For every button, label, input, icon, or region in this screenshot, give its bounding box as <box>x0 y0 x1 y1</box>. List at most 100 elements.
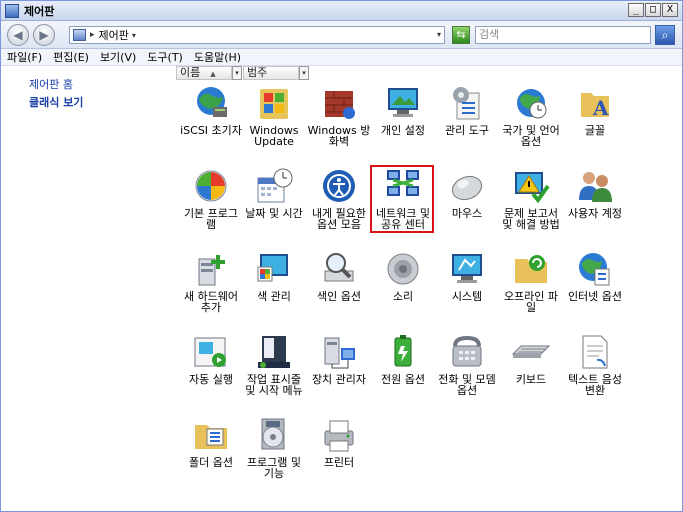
search-input[interactable]: 검색 <box>475 26 651 44</box>
back-button[interactable]: ◀ <box>7 24 29 46</box>
indexing-options-icon <box>319 249 359 289</box>
control-panel-item[interactable]: A 글꼴 <box>563 83 627 136</box>
control-panel-item[interactable]: 시스템 <box>435 249 499 302</box>
control-panel-item[interactable]: 텍스트 음성 변환 <box>563 332 627 396</box>
menu-file[interactable]: 파일(F) <box>7 49 42 65</box>
address-toolbar: ◀ ▶ ▸ 제어판 ▾ ▾ ⇆ 검색 ⌕ <box>1 21 682 49</box>
search-button[interactable]: ⌕ <box>655 25 675 45</box>
item-label: 색 관리 <box>257 290 291 303</box>
folder-options-icon <box>191 415 231 455</box>
control-panel-item[interactable]: 작업 표시줄 및 시작 메뉴 <box>242 332 306 396</box>
control-panel-item[interactable]: 인터넷 옵션 <box>563 249 627 302</box>
control-panel-item[interactable]: 내게 필요한 옵션 모음 <box>307 166 371 230</box>
item-label: 작업 표시줄 및 시작 메뉴 <box>245 373 303 397</box>
control-panel-item[interactable]: 색인 옵션 <box>307 249 371 302</box>
control-panel-item[interactable]: 오프라인 파일 <box>499 249 563 313</box>
date-time-icon <box>254 166 294 206</box>
control-panel-item[interactable]: 문제 보고서 및 해결 방법 <box>499 166 563 230</box>
menu-tools[interactable]: 도구(T) <box>147 49 183 65</box>
item-label: 자동 실행 <box>189 373 233 386</box>
window-title: 제어판 <box>24 4 55 18</box>
control-panel-item[interactable]: 소리 <box>371 249 435 302</box>
control-panel-item[interactable]: 관리 도구 <box>435 83 499 136</box>
svg-text:A: A <box>592 96 609 120</box>
control-panel-item[interactable]: 전원 옵션 <box>371 332 435 385</box>
control-panel-item[interactable]: iSCSI 초기자 <box>179 83 243 136</box>
windows-update-icon <box>254 83 294 123</box>
control-panel-item[interactable]: 개인 설정 <box>371 83 435 136</box>
control-panel-home-link[interactable]: 제어판 홈 <box>29 76 73 92</box>
item-label: 소리 <box>392 290 414 303</box>
control-panel-item[interactable]: 날짜 및 시간 <box>242 166 306 219</box>
control-panel-item[interactable]: 프로그램 및 기능 <box>242 415 306 479</box>
autoplay-icon <box>191 332 231 372</box>
color-management-icon <box>254 249 294 289</box>
offline-files-icon <box>511 249 551 289</box>
item-label: 기본 프로그램 <box>183 207 239 231</box>
user-accounts-icon <box>575 166 615 206</box>
power-options-icon <box>383 332 423 372</box>
address-bar[interactable]: ▸ 제어판 ▾ ▾ <box>69 26 445 44</box>
forward-arrow-icon: ▶ <box>39 28 49 42</box>
control-panel-window: 제어판 _ □ X ◀ ▶ ▸ 제어판 ▾ ▾ ⇆ 검색 ⌕ 파일(F) 편집(… <box>0 0 683 512</box>
refresh-icon: ⇆ <box>456 28 466 41</box>
text-to-speech-icon <box>575 332 615 372</box>
column-header-category[interactable]: 범주 <box>243 66 299 80</box>
item-label: 장치 관리자 <box>311 373 367 386</box>
item-label: 인터넷 옵션 <box>567 290 623 303</box>
breadcrumb-separator-icon[interactable]: ▸ <box>90 30 95 40</box>
item-label: 전원 옵션 <box>381 373 425 386</box>
control-panel-item[interactable]: Windows 방화벽 <box>307 83 371 147</box>
item-label: Windows Update <box>249 124 299 148</box>
breadcrumb-control-panel[interactable]: 제어판 <box>99 27 129 43</box>
item-label: 시스템 <box>451 290 483 303</box>
item-label: 개인 설정 <box>381 124 425 137</box>
item-label: 오프라인 파일 <box>503 290 559 314</box>
column-name-filter-button[interactable]: ▾ <box>232 66 242 80</box>
search-icon: ⌕ <box>661 28 669 42</box>
admin-tools-icon <box>447 83 487 123</box>
device-manager-icon <box>319 332 359 372</box>
control-panel-item[interactable]: 폴더 옵션 <box>179 415 243 468</box>
minimize-button[interactable]: _ <box>628 3 644 17</box>
title-bar[interactable]: 제어판 _ □ X <box>1 1 682 21</box>
control-panel-item[interactable]: 마우스 <box>435 166 499 219</box>
menu-edit[interactable]: 편집(E) <box>53 49 89 65</box>
printers-icon <box>319 415 359 455</box>
firewall-icon <box>319 83 359 123</box>
item-label: 국가 및 언어 옵션 <box>502 124 560 148</box>
control-panel-item[interactable]: 기본 프로그램 <box>179 166 243 230</box>
address-dropdown-icon[interactable]: ▾ <box>437 30 441 39</box>
control-panel-icon <box>5 3 19 18</box>
region-language-icon <box>511 83 551 123</box>
control-panel-item[interactable]: 키보드 <box>499 332 563 385</box>
item-label: 새 하드웨어 추가 <box>183 290 239 314</box>
control-panel-item[interactable]: 색 관리 <box>242 249 306 302</box>
control-panel-item[interactable]: Windows Update <box>242 83 306 147</box>
control-panel-item[interactable]: 전화 및 모뎀 옵션 <box>435 332 499 396</box>
taskbar-start-menu-icon <box>254 332 294 372</box>
column-header-name[interactable]: 이름 ▲ <box>176 66 232 80</box>
control-panel-item[interactable]: 장치 관리자 <box>307 332 371 385</box>
maximize-button[interactable]: □ <box>645 3 661 17</box>
close-button[interactable]: X <box>662 3 678 17</box>
control-panel-item[interactable]: 자동 실행 <box>179 332 243 385</box>
control-panel-item[interactable]: 사용자 계정 <box>563 166 627 219</box>
menu-view[interactable]: 보기(V) <box>100 49 136 65</box>
default-programs-icon <box>191 166 231 206</box>
iscsi-icon <box>191 83 231 123</box>
control-panel-item[interactable]: 프린터 <box>307 415 371 468</box>
column-category-filter-button[interactable]: ▾ <box>299 66 309 80</box>
item-label: 키보드 <box>515 373 547 386</box>
item-label: 날짜 및 시간 <box>245 207 303 220</box>
refresh-button[interactable]: ⇆ <box>452 26 470 44</box>
forward-button[interactable]: ▶ <box>33 24 55 46</box>
breadcrumb-chevron-icon[interactable]: ▾ <box>132 31 136 40</box>
control-panel-item[interactable]: 국가 및 언어 옵션 <box>499 83 563 147</box>
personalization-icon <box>383 83 423 123</box>
classic-view-link[interactable]: 클래식 보기 <box>29 94 83 110</box>
control-panel-item[interactable]: 새 하드웨어 추가 <box>179 249 243 313</box>
menu-help[interactable]: 도움말(H) <box>194 49 241 65</box>
fonts-icon: A <box>575 83 615 123</box>
column-name-label: 이름 <box>180 66 201 79</box>
